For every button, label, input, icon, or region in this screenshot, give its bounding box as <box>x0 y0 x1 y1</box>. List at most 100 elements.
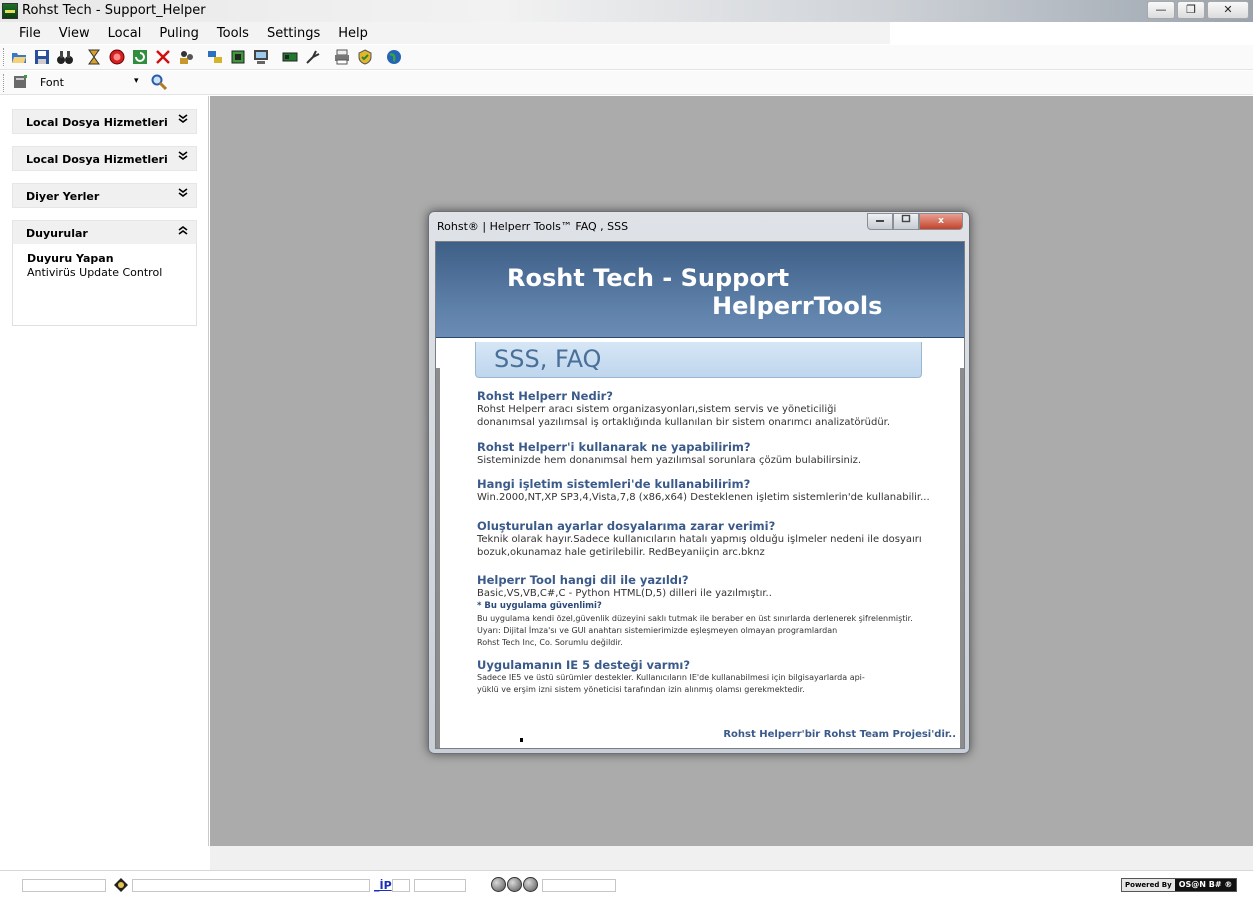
chevron-down-icon[interactable] <box>178 150 188 165</box>
dialog-controls: x <box>867 213 963 230</box>
menu-view[interactable]: View <box>50 22 99 44</box>
target-icon[interactable] <box>114 878 128 892</box>
faq-answer: bozuk,okunamaz hale getirilebilir. RedBe… <box>477 547 765 558</box>
menu-bar: File View Local Puling Tools Settings He… <box>0 22 890 44</box>
dialog-content: Rosht Tech - Support HelperrTools SSS, F… <box>435 241 965 749</box>
section-title: Local Dosya Hizmetleri <box>26 153 168 166</box>
card-icon[interactable] <box>282 49 298 65</box>
faq-item: Oluşturulan ayarlar dosyalarıma zarar ve… <box>477 520 922 559</box>
content-border-left <box>436 368 440 748</box>
faq-item: Rohst Helperr'i kullanarak ne yapabiliri… <box>477 441 861 467</box>
delete-icon[interactable] <box>155 49 171 65</box>
faq-answer: Teknik olarak hayır.Sadece kullanıcıları… <box>477 534 922 545</box>
stop-icon[interactable] <box>109 49 125 65</box>
menu-help[interactable]: Help <box>329 22 377 44</box>
faq-question[interactable]: Oluşturulan ayarlar dosyalarıma zarar ve… <box>477 520 922 533</box>
workspace-bottom-strip <box>210 846 1253 870</box>
faq-answer-small: Sadece IE5 ve üstü sürümler destekler. K… <box>477 673 865 682</box>
font-select[interactable]: Font <box>40 76 64 89</box>
dialog-banner: Rosht Tech - Support HelperrTools <box>436 242 964 338</box>
faq-note: * Bu uygulama güvenlimi? <box>477 601 602 611</box>
chevron-down-icon[interactable] <box>178 113 188 128</box>
ip-field[interactable] <box>414 879 466 892</box>
section-title: Local Dosya Hizmetleri <box>26 116 168 129</box>
computer-icon[interactable] <box>253 49 269 65</box>
announcement-title[interactable]: Duyuru Yapan <box>27 252 114 265</box>
network-icon[interactable] <box>207 49 223 65</box>
chevron-down-icon[interactable] <box>178 187 188 202</box>
powered-by-label: Powered By <box>1122 879 1175 891</box>
hourglass-icon[interactable] <box>86 49 102 65</box>
menu-settings[interactable]: Settings <box>258 22 329 44</box>
banner-title-line2: HelperrTools <box>712 292 883 320</box>
status-field <box>542 879 616 892</box>
brand-label: OS@N B# ® <box>1174 879 1237 891</box>
status-light-icon[interactable] <box>523 877 538 892</box>
chevron-up-icon[interactable] <box>178 224 188 239</box>
faq-question[interactable]: Hangi işletim sistemleri'de kullanabilir… <box>477 478 930 491</box>
refresh-icon[interactable] <box>132 49 148 65</box>
plug-icon[interactable] <box>305 49 321 65</box>
sidebar-section-local-dosya-1[interactable]: Local Dosya Hizmetleri <box>12 109 197 134</box>
chevron-down-icon[interactable]: ▾ <box>134 76 139 86</box>
dialog-minimize-button[interactable] <box>867 213 893 230</box>
content-border-right <box>960 368 964 748</box>
binoculars-icon[interactable] <box>57 49 73 65</box>
minimize-button[interactable]: — <box>1147 1 1175 19</box>
faq-question[interactable]: Uygulamanın IE 5 desteği varmı? <box>477 659 865 672</box>
main-toolbar <box>0 45 1253 70</box>
globe-icon[interactable] <box>386 49 402 65</box>
faq-answer-small: Rohst Tech Inc, Co. Sorumlu değildir. <box>477 638 623 647</box>
faq-answer: Basic,VS,VB,C#,C - Python HTML(D,5) dill… <box>477 588 772 599</box>
faq-item: Hangi işletim sistemleri'de kullanabilir… <box>477 478 930 504</box>
close-button[interactable]: ✕ <box>1207 1 1249 19</box>
format-toolbar: Font ▾ <box>0 71 1253 95</box>
toolbar-grip[interactable] <box>3 48 6 66</box>
menu-file[interactable]: File <box>10 22 50 44</box>
menu-tools[interactable]: Tools <box>208 22 258 44</box>
sidebar-section-duyurular[interactable]: Duyurular <box>12 220 197 245</box>
banner-title-line1: Rosht Tech - Support <box>507 264 790 292</box>
ip-label: _İP <box>374 879 392 892</box>
toolbar-grip[interactable] <box>3 74 6 92</box>
faq-dialog: Rohst® | Helperr Tools™ FAQ , SSS x Rosh… <box>428 211 970 754</box>
title-bar: Rohst Tech - Support_Helper — ❐ ✕ <box>0 0 1253 22</box>
faq-item: Rohst Helperr Nedir? Rohst Helperr aracı… <box>477 390 890 429</box>
window-title: Rohst Tech - Support_Helper <box>22 3 206 18</box>
faq-answer-small: yüklü ve erşim izni sistem yöneticisi ta… <box>477 685 805 694</box>
printer-icon[interactable] <box>334 49 350 65</box>
footer-project-link[interactable]: Rohst Helperr'bir Rohst Team Projesi'dir… <box>723 729 956 740</box>
save-icon[interactable] <box>34 49 50 65</box>
dialog-maximize-button[interactable] <box>893 213 919 230</box>
chip-icon[interactable] <box>230 49 246 65</box>
document-icon[interactable] <box>12 74 28 90</box>
faq-answer: Sisteminizde hem donanımsal hem yazılıms… <box>477 455 862 466</box>
status-light-icon[interactable] <box>491 877 506 892</box>
users-icon[interactable] <box>178 49 194 65</box>
faq-answer-small: Uyarı: Dijital İmza'sı ve GUI anahtarı s… <box>477 626 838 635</box>
faq-question[interactable]: Rohst Helperr Nedir? <box>477 390 890 403</box>
status-light-icon[interactable] <box>507 877 522 892</box>
sidebar-section-local-dosya-2[interactable]: Local Dosya Hizmetleri <box>12 146 197 171</box>
faq-question[interactable]: Rohst Helperr'i kullanarak ne yapabiliri… <box>477 441 861 454</box>
section-title: Diyer Yerler <box>26 190 100 203</box>
sidebar-section-diyer-yerler[interactable]: Diyer Yerler <box>12 183 197 208</box>
announcements-panel: Duyuru Yapan Antivirüs Update Control <box>12 244 197 326</box>
menu-puling[interactable]: Puling <box>150 22 208 44</box>
shield-icon[interactable] <box>357 49 373 65</box>
window-controls: — ❐ ✕ <box>1147 1 1249 19</box>
announcement-item[interactable]: Antivirüs Update Control <box>27 266 162 279</box>
section-title: Duyurular <box>26 227 88 240</box>
status-field <box>392 879 410 892</box>
open-folder-icon[interactable] <box>11 49 27 65</box>
status-field <box>132 879 370 892</box>
faq-answer-small: Bu uygulama kendi özel,güvenlik düzeyini… <box>477 614 913 623</box>
faq-question[interactable]: Helperr Tool hangi dil ile yazıldı? <box>477 574 913 587</box>
dialog-close-button[interactable]: x <box>919 213 963 230</box>
search-icon[interactable] <box>151 74 168 91</box>
maximize-button[interactable]: ❐ <box>1177 1 1205 19</box>
powered-by-badge: Powered By OS@N B# ® <box>1121 878 1238 892</box>
dialog-title: Rohst® | Helperr Tools™ FAQ , SSS <box>437 220 629 233</box>
status-bar: _İP Powered By OS@N B# ® <box>0 870 1253 897</box>
menu-local[interactable]: Local <box>99 22 151 44</box>
